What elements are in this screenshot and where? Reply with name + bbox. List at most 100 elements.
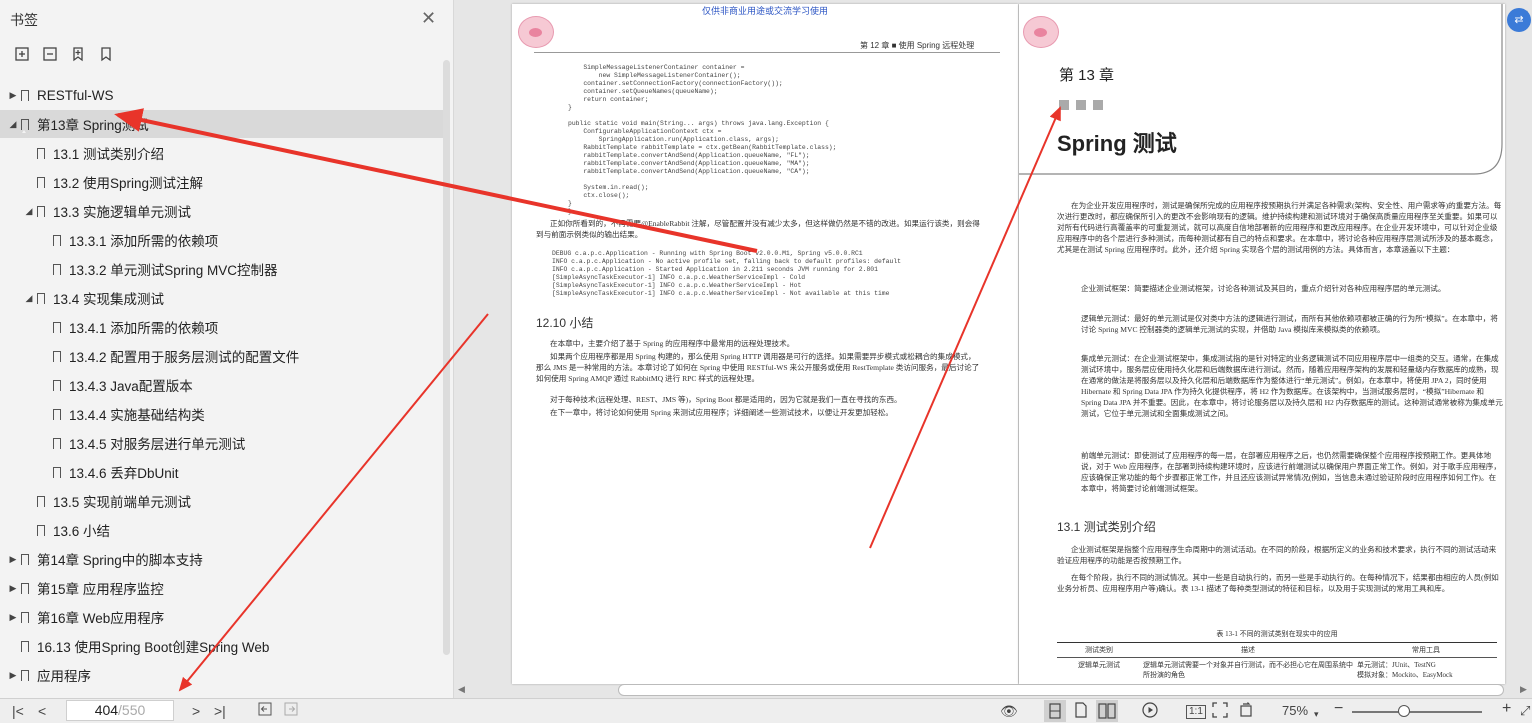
bookmark-label: 13.5 实现前端单元测试 [53, 495, 192, 510]
add-bookmark-icon[interactable] [68, 44, 88, 64]
bookmark-item[interactable]: 13.4.6 丢弃DbUnit [0, 458, 478, 486]
rotate-icon[interactable] [1238, 702, 1254, 722]
next-page-icon[interactable]: > [192, 702, 200, 720]
bookmark-label: 16.13 使用Spring Boot创建Spring Web [37, 640, 270, 655]
bookmark-label: 应用程序 [37, 669, 91, 684]
expand-toggle-icon[interactable]: ▶ [8, 554, 18, 565]
play-icon[interactable] [1142, 702, 1158, 722]
bookmark-item[interactable]: ▶ RESTful-WS [0, 81, 446, 109]
continuous-view-icon[interactable] [1044, 700, 1066, 722]
expand-toggle-icon[interactable]: ▶ [8, 670, 18, 681]
page-number-input[interactable]: 404/550 [66, 700, 174, 721]
bookmark-label: 13.4.6 丢弃DbUnit [69, 466, 179, 481]
bookmark-item[interactable]: 13.2 使用Spring测试注解 [0, 168, 462, 196]
bookmark-icon [53, 234, 61, 249]
bookmark-panel: 书签 ✕ ▶ RESTful-WS ◢ 第13章 Spring测试 13.1 测试类别介… [0, 0, 454, 698]
bookmark-label: RESTful-WS [37, 87, 114, 103]
bookmark-item[interactable]: ◢ 第13章 Spring测试 [0, 110, 446, 138]
collapse-all-icon[interactable] [40, 44, 60, 64]
bookmark-icon [21, 118, 29, 133]
translate-icon[interactable]: ⇄ [1507, 8, 1531, 32]
bookmark-label: 13.3.1 添加所需的依赖项 [69, 234, 219, 249]
scroll-left-icon[interactable]: ◀ [458, 684, 465, 695]
bookmark-item[interactable]: ◢ 13.4 实现集成测试 [0, 284, 462, 312]
bookmark-label: 13.4 实现集成测试 [53, 292, 165, 307]
bookmark-icon [21, 89, 29, 104]
pig-logo-icon [518, 16, 554, 48]
bookmark-item[interactable]: 13.4.4 实施基础结构类 [0, 400, 478, 428]
chapter-decoration [1076, 100, 1086, 110]
zoom-level[interactable]: 75% [1282, 702, 1308, 720]
back-view-icon[interactable] [258, 702, 272, 720]
bookmark-label: 13.2 使用Spring测试注解 [53, 176, 204, 191]
panel-title: 书签 [10, 12, 38, 28]
bookmark-item[interactable]: 13.4.3 Java配置版本 [0, 371, 478, 399]
first-page-icon[interactable]: |< [12, 702, 24, 720]
paragraph: 如果两个应用程序都是用 Spring 构建的，那么使用 Spring HTTP … [536, 352, 980, 383]
fit-page-icon[interactable] [1212, 702, 1228, 722]
bookmark-item[interactable]: 13.5 实现前端单元测试 [0, 487, 462, 515]
paragraph: 对于每种技术(远程处理、REST、JMS 等)，Spring Boot 都是适用… [550, 395, 902, 404]
bookmark-item[interactable]: ▶ 应用程序 [0, 661, 446, 689]
table-header: 描述 [1141, 642, 1355, 658]
forward-view-icon[interactable] [284, 702, 298, 720]
paragraph: 在下一章中，将讨论如何使用 Spring 来测试应用程序；详细阐述一些测试技术，… [550, 408, 893, 417]
paragraph: 企业测试框架是指整个应用程序生命周期中的测试活动。在不同的阶段，根据所定义的业务… [1057, 545, 1497, 565]
bookmark-item[interactable]: 13.4.2 配置用于服务层测试的配置文件 [0, 342, 478, 370]
expand-toggle-icon[interactable]: ▶ [8, 612, 18, 623]
eye-icon[interactable]: 👁 [1000, 702, 1018, 720]
bookmark-item[interactable]: 13.4.5 对服务层进行单元测试 [0, 429, 478, 457]
sidebar-scrollbar[interactable] [443, 60, 450, 655]
single-page-icon[interactable] [1074, 702, 1088, 722]
expand-toggle-icon[interactable]: ◢ [24, 293, 34, 304]
paragraph: 在本章中，主要介绍了基于 Spring 的应用程序中最常用的远程处理技术。 [550, 339, 795, 348]
vertical-scrollbar[interactable]: ▲ [1520, 8, 1531, 668]
bookmark-icon[interactable] [96, 44, 116, 64]
zoom-dropdown-icon[interactable]: ▾ [1314, 705, 1319, 723]
bookmark-item[interactable]: 16.13 使用Spring Boot创建Spring Web [0, 632, 446, 660]
bookmark-label: 13.4.2 配置用于服务层测试的配置文件 [69, 350, 300, 365]
zoom-slider-thumb[interactable] [1398, 705, 1410, 717]
table-cell: 单元测试：JUnit、TestNG 模拟对象：Mockito、EasyMock [1357, 661, 1453, 679]
bookmark-icon [21, 640, 29, 655]
bookmark-item[interactable]: ▶ 第16章 Web应用程序 [0, 603, 446, 631]
expand-toggle-icon[interactable]: ▶ [8, 90, 18, 101]
expand-toggle-icon[interactable]: ◢ [8, 119, 18, 130]
bookmark-item[interactable]: 13.6 小结 [0, 516, 462, 544]
document-viewer: 仅供非商业用途或交流学习使用 第 12 章 ■ 使用 Spring 远程处理 S… [454, 0, 1532, 698]
bookmark-item[interactable]: 13.1 测试类别介绍 [0, 139, 462, 167]
paragraph: 正如你所看到的，不再需要@EnableRabbit 注解，尽管配置并没有减少太多… [536, 219, 980, 239]
expand-toggle-icon[interactable]: ◢ [24, 206, 34, 217]
bookmark-item[interactable]: ▶ 第15章 应用程序监控 [0, 574, 446, 602]
last-page-icon[interactable]: >| [214, 702, 226, 720]
bookmark-item[interactable]: ◢ 13.3 实施逻辑单元测试 [0, 197, 462, 225]
zoom-in-icon[interactable]: + [1502, 700, 1511, 718]
bookmark-item[interactable]: 13.3.1 添加所需的依赖项 [0, 226, 478, 254]
scroll-right-icon[interactable]: ▶ [1520, 684, 1527, 695]
fullscreen-icon[interactable]: ⤢ [1520, 702, 1530, 720]
prev-page-icon[interactable]: < [38, 702, 46, 720]
bookmark-item[interactable]: 13.4.1 添加所需的依赖项 [0, 313, 478, 341]
table-cell: 逻辑单元测试 [1078, 661, 1120, 669]
expand-toggle-icon[interactable]: ▶ [8, 583, 18, 594]
chapter-number: 第 13 章 [1059, 67, 1115, 84]
expand-all-icon[interactable] [12, 44, 32, 64]
bookmark-icon [53, 466, 61, 481]
bookmark-icon [37, 176, 45, 191]
close-icon[interactable]: ✕ [421, 8, 436, 29]
horizontal-scrollbar[interactable] [618, 684, 1504, 696]
page-404: 第 13 章 Spring 测试 在为企业开发应用程序时，测试是确保所完成的应用… [1019, 4, 1505, 684]
bookmark-label: 13.3.2 单元测试Spring MVC控制器 [69, 263, 278, 278]
paragraph: 在每个阶段，执行不同的测试情况。其中一些是自动执行的，而另一些是手动执行的。在每… [1057, 573, 1499, 593]
bookmark-item[interactable]: ▶ 第14章 Spring中的脚本支持 [0, 545, 446, 573]
two-page-icon[interactable] [1096, 700, 1118, 722]
bookmark-icon [53, 321, 61, 336]
zoom-out-icon[interactable]: − [1334, 700, 1343, 718]
bookmark-label: 第15章 应用程序监控 [37, 582, 164, 597]
bookmark-icon [53, 263, 61, 278]
bookmark-label: 13.3 实施逻辑单元测试 [53, 205, 192, 220]
actual-size-icon[interactable]: 1:1 [1186, 705, 1206, 719]
table-13-1: 表 13-1 不同的测试类别在现实中的应用 测试类别 描述 常用工具 逻辑单元测… [1057, 629, 1497, 682]
zoom-slider[interactable] [1352, 711, 1482, 713]
bookmark-item[interactable]: 13.3.2 单元测试Spring MVC控制器 [0, 255, 478, 283]
